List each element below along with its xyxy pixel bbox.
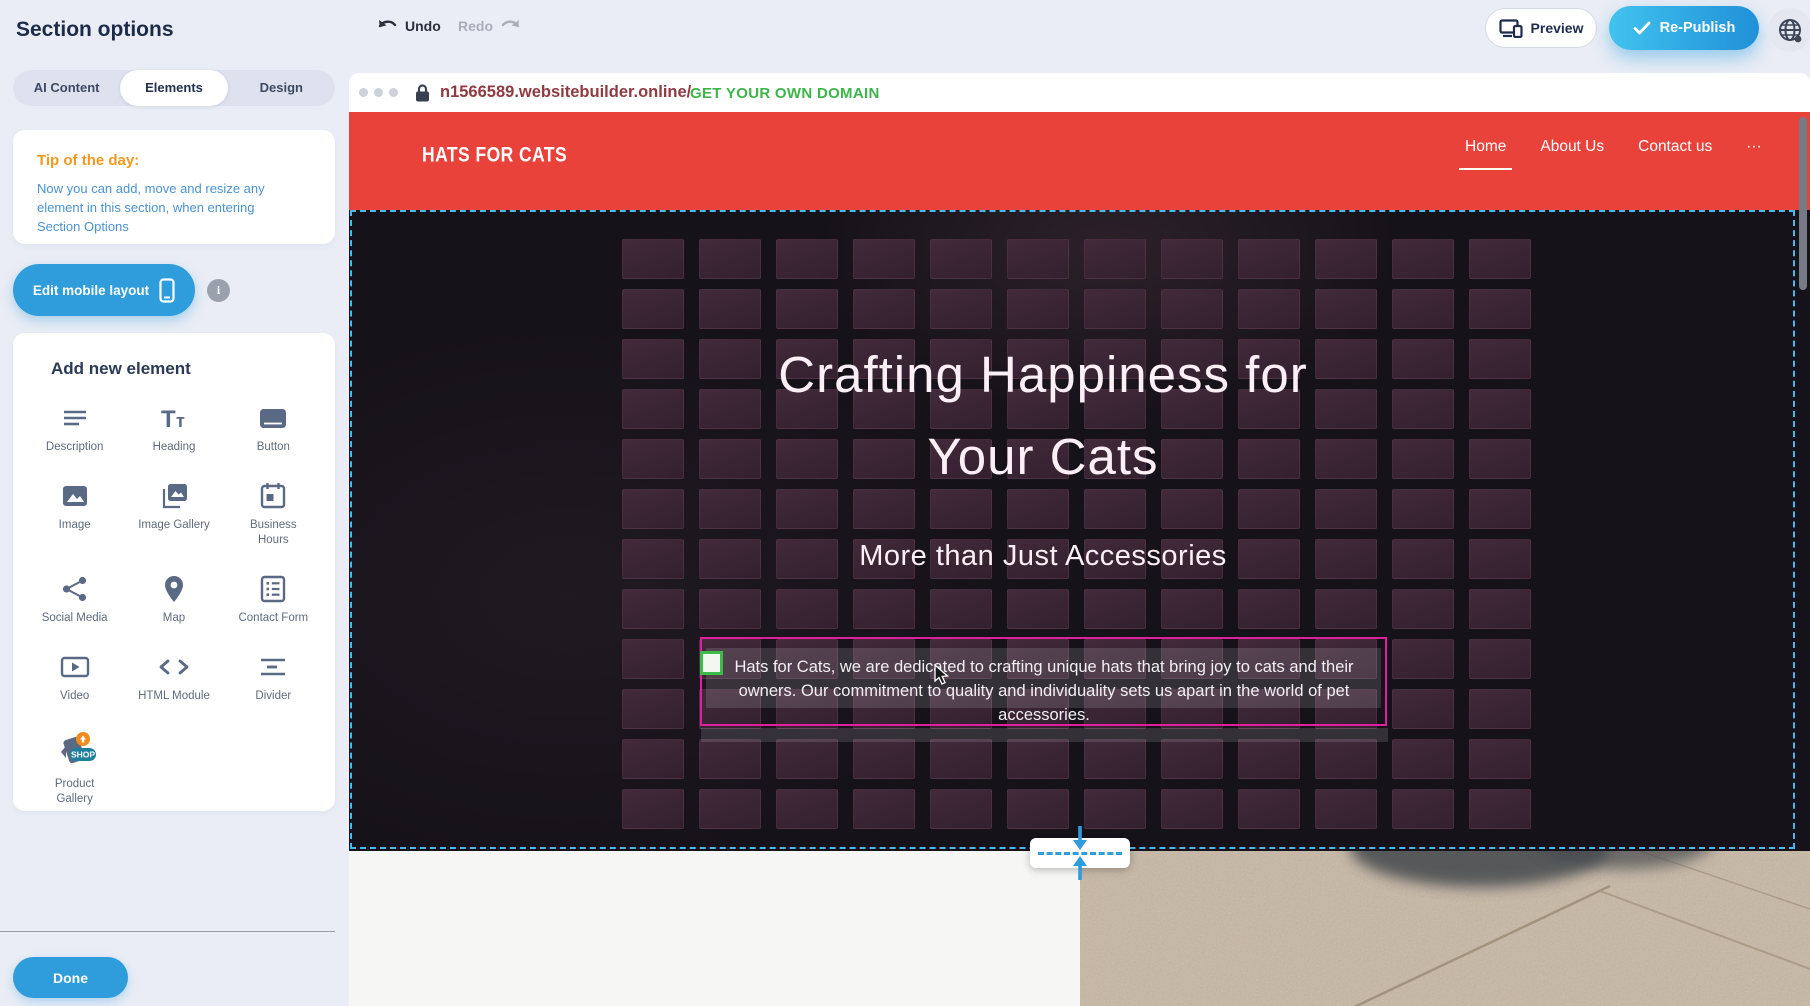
page-title: Section options	[16, 18, 174, 42]
hero-paragraph[interactable]: Hats for Cats, we are dedicated to craft…	[712, 655, 1376, 727]
social-media-icon	[60, 574, 90, 604]
element-drag-handle[interactable]	[700, 651, 723, 675]
button-icon	[258, 403, 288, 433]
element-grid: Description T т Heading Button Image	[25, 403, 323, 807]
element-image-gallery[interactable]: Image Gallery	[124, 481, 223, 548]
text-element-footer-strip	[701, 728, 1388, 742]
redo-icon	[500, 18, 521, 34]
preview-scrollbar[interactable]	[1799, 117, 1807, 290]
browser-dot	[374, 88, 383, 97]
hero-section[interactable]: Crafting Happiness for Your Cats More th…	[349, 210, 1810, 851]
tab-design[interactable]: Design	[228, 70, 335, 106]
globe-icon	[1777, 17, 1803, 43]
element-description[interactable]: Description	[25, 403, 124, 455]
contact-form-icon	[258, 574, 288, 604]
hero-heading[interactable]: Crafting Happiness for Your Cats	[349, 334, 1737, 498]
hero-subheading[interactable]: More than Just Accessories	[349, 540, 1737, 573]
element-button[interactable]: Button	[224, 403, 323, 455]
site-nav: Home About Us Contact us ···	[1465, 138, 1762, 156]
element-contact-form[interactable]: Contact Form	[224, 574, 323, 626]
tip-of-the-day-card: Tip of the day: Now you can add, move an…	[13, 130, 335, 244]
checkmark-icon	[1633, 21, 1651, 35]
lock-icon	[415, 84, 430, 102]
panel-tabs: AI Content Elements Design	[13, 70, 335, 106]
nav-home[interactable]: Home	[1465, 138, 1506, 156]
edit-mobile-layout-label: Edit mobile layout	[33, 283, 149, 298]
site-logo[interactable]: HATS FOR CATS	[422, 144, 567, 169]
resize-arrows-icon	[1068, 824, 1092, 882]
tab-elements[interactable]: Elements	[120, 70, 227, 106]
html-module-icon	[157, 652, 191, 682]
nav-contact-us[interactable]: Contact us	[1638, 138, 1712, 156]
map-icon	[159, 574, 189, 604]
element-business-hours[interactable]: Business Hours	[224, 481, 323, 548]
next-section-blank[interactable]	[349, 851, 1080, 1006]
browser-dot	[359, 88, 368, 97]
nav-about-us[interactable]: About Us	[1540, 138, 1604, 156]
element-image[interactable]: Image	[25, 481, 124, 548]
info-icon[interactable]: i	[207, 279, 230, 302]
image-gallery-icon	[158, 481, 190, 511]
add-element-title: Add new element	[51, 359, 323, 379]
panel-divider	[0, 931, 335, 932]
element-html-module[interactable]: HTML Module	[124, 652, 223, 704]
language-globe-button[interactable]	[1768, 8, 1810, 52]
paving-photo[interactable]	[1080, 851, 1810, 1006]
tip-title: Tip of the day:	[37, 152, 311, 169]
republish-button[interactable]: Re-Publish	[1609, 6, 1759, 50]
undo-icon	[377, 18, 398, 34]
element-product-gallery[interactable]: SHOP Product Gallery	[25, 730, 124, 807]
site-url[interactable]: n1566589.websitebuilder.online/	[440, 83, 691, 102]
add-element-card: Add new element Description T т Heading …	[13, 333, 335, 811]
element-divider[interactable]: Divider	[224, 652, 323, 704]
done-button[interactable]: Done	[13, 957, 128, 998]
element-heading[interactable]: T т Heading	[124, 403, 223, 455]
element-video[interactable]: Video	[25, 652, 124, 704]
svg-text:T: T	[161, 406, 176, 433]
element-map[interactable]: Map	[124, 574, 223, 626]
undo-button[interactable]: Undo	[377, 18, 441, 34]
browser-dot	[389, 88, 398, 97]
tab-ai-content[interactable]: AI Content	[13, 70, 120, 106]
get-your-own-domain-link[interactable]: GET YOUR OWN DOMAIN	[690, 85, 880, 102]
business-hours-icon	[258, 481, 288, 511]
element-social-media[interactable]: Social Media	[25, 574, 124, 626]
image-icon	[60, 481, 90, 511]
tip-body: Now you can add, move and resize any ele…	[37, 180, 295, 237]
divider-icon	[258, 652, 288, 682]
text-element-selection[interactable]: Hats for Cats, we are dedicated to craft…	[700, 637, 1387, 726]
svg-text:т: т	[176, 411, 185, 431]
video-icon	[59, 652, 91, 682]
description-icon	[60, 403, 90, 433]
devices-icon	[1499, 19, 1523, 38]
heading-icon: T т	[159, 403, 189, 433]
redo-button[interactable]: Redo	[458, 18, 521, 34]
product-gallery-icon: SHOP	[53, 730, 97, 770]
hero-content: Crafting Happiness for Your Cats More th…	[349, 210, 1737, 851]
nav-more[interactable]: ···	[1746, 138, 1762, 156]
preview-button[interactable]: Preview	[1485, 8, 1597, 48]
svg-text:SHOP: SHOP	[71, 749, 95, 759]
edit-mobile-layout-button[interactable]: Edit mobile layout	[13, 264, 195, 316]
section-resize-handle[interactable]	[1030, 838, 1130, 868]
phone-icon	[159, 278, 175, 303]
site-header	[349, 112, 1810, 210]
